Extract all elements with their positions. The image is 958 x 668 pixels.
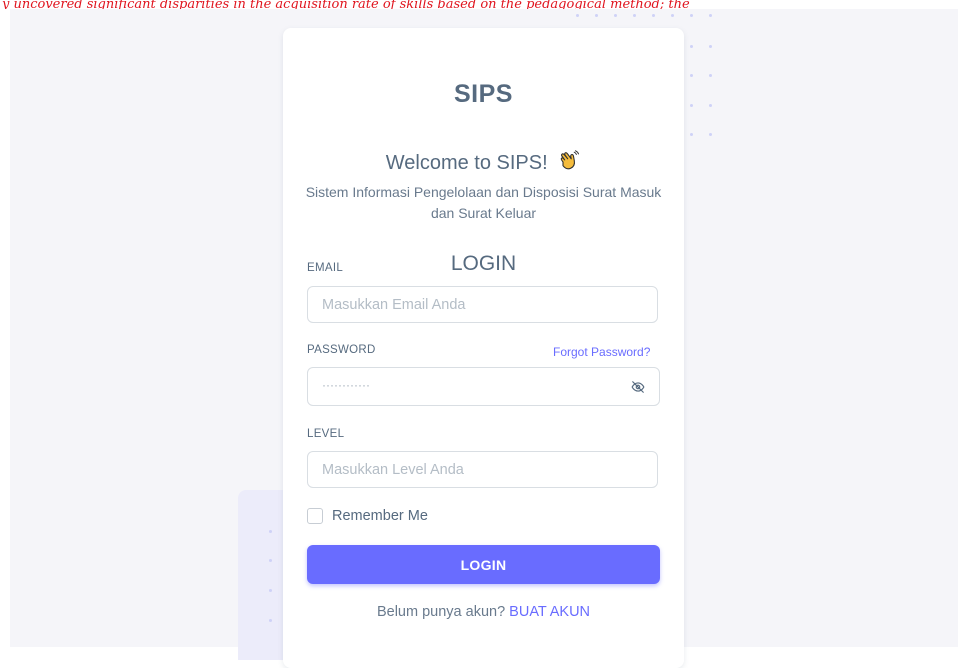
email-input[interactable] [307,286,658,323]
signup-prompt-text: Belum punya akun? [376,604,506,620]
login-button[interactable]: LOGIN [307,545,660,584]
signup-prompt: Belum punya akun? BUAT AKUN [283,604,684,620]
login-heading: LOGIN [450,252,517,275]
password-masked-value: ············ [322,378,370,392]
welcome-text: Welcome to SIPS! [385,152,548,174]
waving-hand-icon [560,150,580,170]
forgot-password-link[interactable]: Forgot Password? [553,345,650,359]
remember-me-label[interactable]: Remember Me [332,508,428,524]
password-label: PASSWORD [307,344,376,356]
create-account-link[interactable]: BUAT AKUN [509,604,590,620]
welcome-heading: Welcome to SIPS! [283,149,684,175]
system-subtitle: Sistem Informasi Pengelolaan dan Disposi… [305,184,662,221]
password-input[interactable]: ············ [307,367,660,406]
brand-title: SIPS [454,80,513,108]
level-label: LEVEL [307,428,345,440]
email-label: EMAIL [307,262,344,274]
remember-me-option[interactable]: Remember Me [307,508,428,524]
eye-off-icon[interactable] [631,380,645,394]
top-text-strip: y uncovered significant disparities in t… [0,0,958,9]
remember-me-checkbox[interactable] [307,508,323,524]
level-input[interactable] [307,451,658,488]
